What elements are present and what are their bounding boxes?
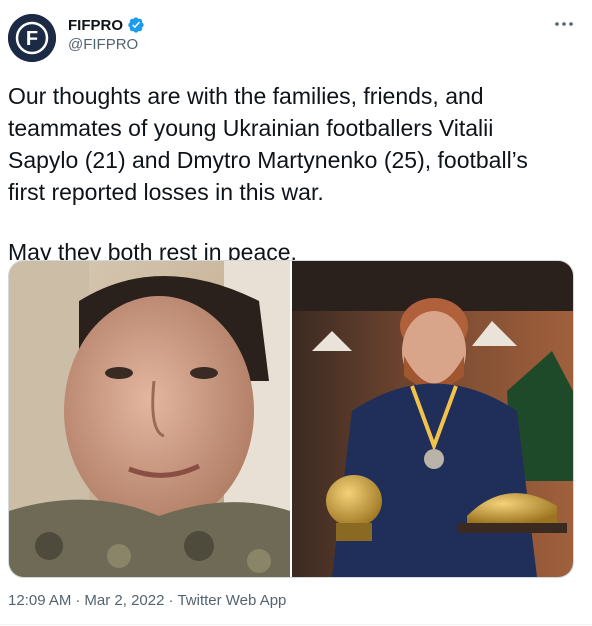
tweet-card: F FIFPRO @FIFPRO Our thoughts are with t… <box>0 0 592 626</box>
tweet-meta: 12:09 AM · Mar 2, 2022 · Twitter Web App <box>8 592 286 609</box>
media-grid <box>8 260 574 578</box>
tweet-date[interactable]: Mar 2, 2022 <box>84 592 164 609</box>
tweet-source: Twitter Web App <box>177 592 287 609</box>
tweet-time[interactable]: 12:09 AM <box>8 592 71 609</box>
tweet-text: Our thoughts are with the families, frie… <box>8 80 568 268</box>
more-horizontal-icon[interactable] <box>550 14 578 34</box>
photo-right[interactable] <box>292 261 573 577</box>
avatar-letter: F <box>26 28 38 50</box>
photo-left[interactable] <box>9 261 292 577</box>
tweet-paragraph-1: Our thoughts are with the families, frie… <box>8 83 528 205</box>
handle[interactable]: @FIFPRO <box>68 36 138 53</box>
divider <box>0 624 592 625</box>
avatar[interactable]: F <box>8 14 56 62</box>
verified-badge-icon <box>127 16 145 34</box>
meta-separator: · <box>168 592 174 609</box>
display-name[interactable]: FIFPRO <box>68 17 123 34</box>
meta-separator: · <box>75 592 81 609</box>
name-row: FIFPRO <box>68 14 145 36</box>
